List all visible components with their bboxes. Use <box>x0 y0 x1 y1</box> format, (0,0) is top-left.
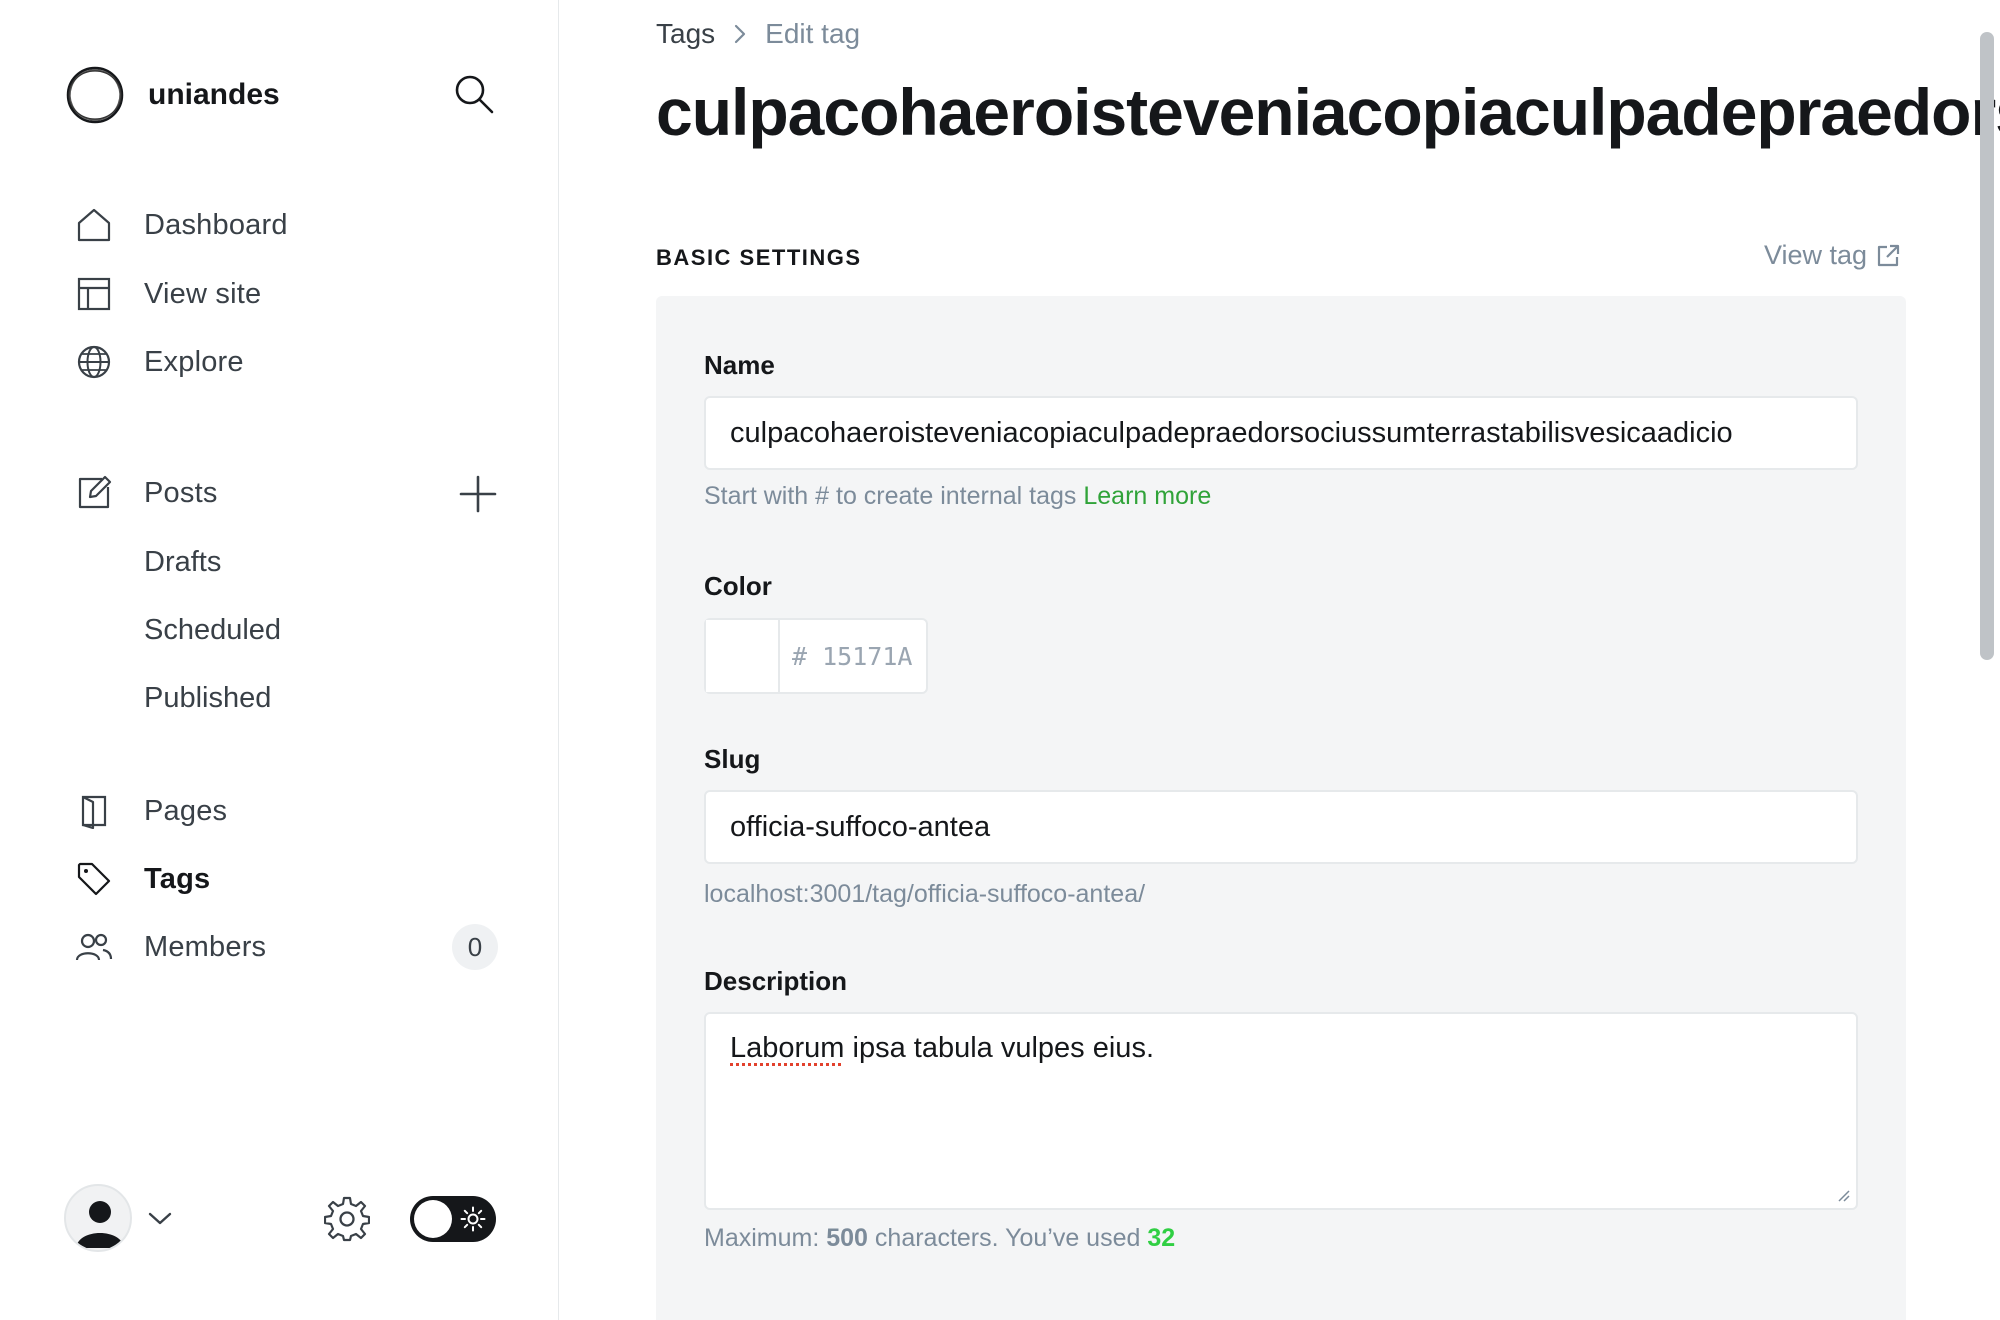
chevron-down-icon[interactable] <box>146 1206 174 1230</box>
nav-members-label: Members <box>144 930 267 963</box>
nav-pages[interactable]: Pages <box>74 786 227 836</box>
nav-explore[interactable]: Explore <box>74 337 244 387</box>
avatar[interactable] <box>64 1184 132 1252</box>
used-value: 32 <box>1147 1224 1176 1252</box>
nav-view-site[interactable]: View site <box>74 269 261 319</box>
pencil-square-icon <box>74 473 114 513</box>
sidebar: uniandes Dashboard View site Explore Pos… <box>0 0 559 1320</box>
layout-icon <box>74 274 114 314</box>
nav-posts-label: Posts <box>144 476 218 509</box>
nav-pages-label: Pages <box>144 794 228 827</box>
nav-explore-label: Explore <box>144 345 244 378</box>
scrollbar[interactable] <box>1980 32 1994 660</box>
misspelled-word: Laborum <box>730 1032 845 1064</box>
description-counter: Maximum: 500 characters. You’ve used 32 <box>704 1224 1175 1253</box>
max-prefix: Maximum: <box>704 1224 820 1252</box>
search-icon[interactable] <box>452 72 496 116</box>
brand[interactable]: uniandes <box>64 64 280 126</box>
used-text: characters. You’ve used <box>874 1224 1141 1252</box>
breadcrumb: Tags Edit tag <box>656 18 860 50</box>
color-swatch[interactable] <box>706 620 780 692</box>
nav-posts[interactable]: Posts <box>74 468 217 518</box>
members-count-badge: 0 <box>452 924 498 970</box>
view-tag-link[interactable]: View tag <box>1764 240 1901 271</box>
nav-dashboard-label: Dashboard <box>144 208 288 241</box>
slug-url: localhost:3001/tag/officia-suffoco-antea… <box>704 880 1146 908</box>
toggle-knob <box>414 1200 452 1238</box>
nav-scheduled[interactable]: Scheduled <box>144 614 281 647</box>
theme-toggle[interactable] <box>410 1196 496 1242</box>
nav-published[interactable]: Published <box>144 682 271 715</box>
new-post-plus-icon[interactable] <box>458 474 498 514</box>
site-logo-icon <box>66 66 124 124</box>
description-label: Description <box>704 966 848 996</box>
users-icon <box>74 927 114 967</box>
description-text: ipsa tabula vulpes eius. <box>844 1032 1154 1064</box>
name-input[interactable]: culpacohaeroisteveniacopiaculpadepraedor… <box>704 396 1858 470</box>
slug-input[interactable]: officia-suffoco-antea <box>704 790 1858 864</box>
page-icon <box>74 791 114 831</box>
resize-handle-icon[interactable] <box>1834 1186 1850 1202</box>
color-placeholder: 15171A <box>822 641 913 671</box>
color-picker: # 15171A <box>704 618 928 694</box>
external-link-icon <box>1877 244 1900 266</box>
color-hex-input[interactable]: # 15171A <box>780 620 912 692</box>
breadcrumb-tags-link[interactable]: Tags <box>656 18 715 50</box>
section-title: BASIC SETTINGS <box>656 245 862 270</box>
nav-drafts[interactable]: Drafts <box>144 546 221 579</box>
view-tag-label: View tag <box>1764 240 1868 270</box>
globe-icon <box>74 342 114 382</box>
nav-view-site-label: View site <box>144 277 262 310</box>
name-label: Name <box>704 350 775 380</box>
nav-members[interactable]: Members <box>74 922 266 972</box>
nav-tags-label: Tags <box>144 862 211 895</box>
main-content: Tags Edit tag culpacohaeroisteveniacopia… <box>560 0 2000 1320</box>
chevron-right-icon <box>735 24 746 44</box>
basic-settings-card: Name culpacohaeroisteveniacopiaculpadepr… <box>656 296 1906 1320</box>
breadcrumb-current: Edit tag <box>765 18 861 49</box>
home-icon <box>74 205 114 245</box>
page-title: culpacohaeroisteveniacopiaculpadepraedor… <box>656 75 2000 149</box>
color-label: Color <box>704 571 772 601</box>
sun-icon <box>460 1206 486 1232</box>
learn-more-link[interactable]: Learn more <box>1083 482 1211 510</box>
name-hint: Start with # to create internal tags Lea… <box>704 482 1211 511</box>
slug-label: Slug <box>704 744 761 774</box>
max-value: 500 <box>826 1224 868 1252</box>
description-textarea[interactable]: Laborum ipsa tabula vulpes eius. <box>704 1012 1858 1210</box>
name-hint-text: Start with # to create internal tags <box>704 482 1077 510</box>
site-name: uniandes <box>148 78 280 111</box>
nav-tags[interactable]: Tags <box>74 854 210 904</box>
tag-icon <box>74 859 114 899</box>
gear-icon[interactable] <box>324 1196 370 1242</box>
color-hash: # <box>792 641 808 671</box>
nav-dashboard[interactable]: Dashboard <box>74 200 287 250</box>
